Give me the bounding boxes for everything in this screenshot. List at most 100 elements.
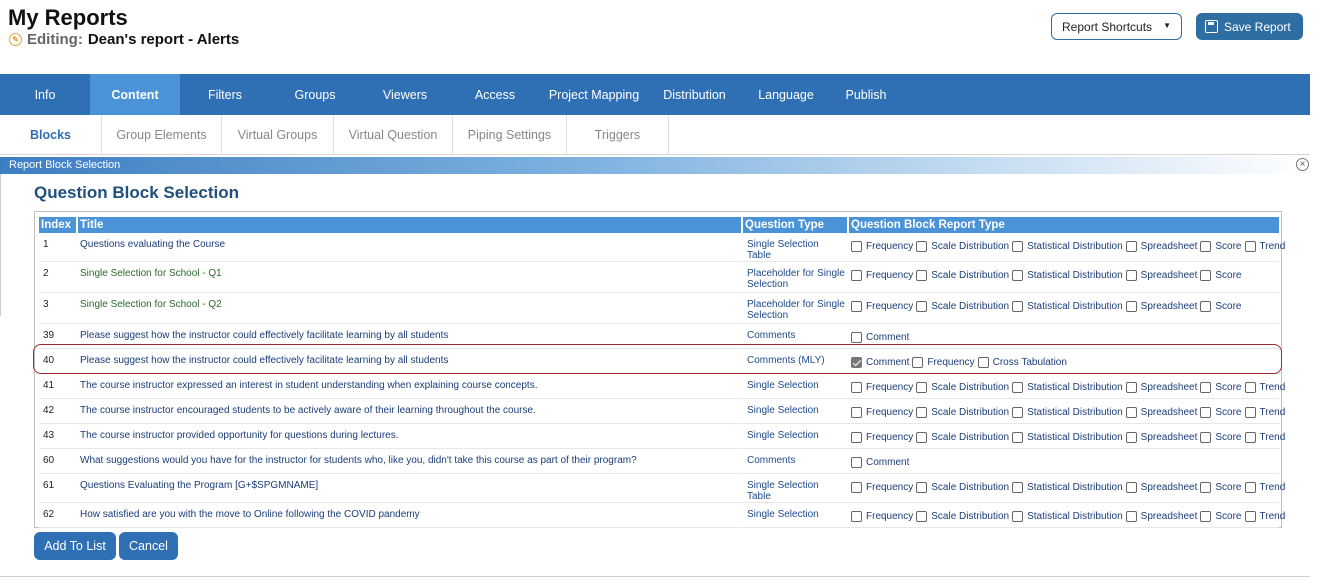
- sub-tab-blocks[interactable]: Blocks: [0, 115, 102, 155]
- report-type-option-frequency[interactable]: Frequency: [851, 241, 913, 252]
- checkbox[interactable]: [1012, 241, 1024, 252]
- checkbox[interactable]: [916, 407, 928, 418]
- report-type-option-statistical-distribution[interactable]: Statistical Distribution: [1012, 407, 1123, 418]
- checkbox[interactable]: [916, 482, 928, 493]
- nav-tab-viewers[interactable]: Viewers: [360, 74, 450, 115]
- report-type-option-scale-distribution[interactable]: Scale Distribution: [916, 270, 1009, 281]
- report-type-option-scale-distribution[interactable]: Scale Distribution: [916, 432, 1009, 443]
- checkbox[interactable]: [851, 457, 862, 468]
- report-type-option-frequency[interactable]: Frequency: [851, 432, 913, 443]
- checkbox[interactable]: [1200, 482, 1212, 493]
- nav-tab-info[interactable]: Info: [0, 74, 90, 115]
- checkbox[interactable]: [1200, 270, 1212, 281]
- checkbox[interactable]: [851, 270, 862, 281]
- report-type-option-statistical-distribution[interactable]: Statistical Distribution: [1012, 270, 1123, 281]
- report-type-option-score[interactable]: Score: [1200, 301, 1242, 312]
- sub-tab-virtual-groups[interactable]: Virtual Groups: [222, 115, 334, 155]
- checkbox[interactable]: [1200, 382, 1212, 393]
- checkbox[interactable]: [851, 382, 862, 393]
- cancel-button[interactable]: Cancel: [119, 532, 178, 560]
- checkbox[interactable]: [916, 382, 928, 393]
- checkbox[interactable]: [1125, 382, 1137, 393]
- checkbox[interactable]: [851, 482, 862, 493]
- report-type-option-statistical-distribution[interactable]: Statistical Distribution: [1012, 241, 1123, 252]
- checkbox[interactable]: [1125, 407, 1137, 418]
- checkbox[interactable]: [1012, 482, 1024, 493]
- report-type-option-statistical-distribution[interactable]: Statistical Distribution: [1012, 432, 1123, 443]
- checkbox[interactable]: [851, 407, 862, 418]
- checkbox[interactable]: [1200, 407, 1212, 418]
- checkbox[interactable]: [1012, 270, 1024, 281]
- sub-tab-group-elements[interactable]: Group Elements: [102, 115, 222, 155]
- checkbox[interactable]: [1244, 241, 1256, 252]
- checkbox[interactable]: [851, 332, 862, 343]
- report-type-option-comment[interactable]: Comment: [851, 457, 909, 468]
- report-type-option-frequency[interactable]: Frequency: [851, 482, 913, 493]
- report-type-option-comment[interactable]: Comment: [851, 357, 909, 368]
- report-type-option-trend[interactable]: Trend: [1244, 241, 1285, 252]
- sub-tab-triggers[interactable]: Triggers: [567, 115, 669, 155]
- report-type-option-score[interactable]: Score: [1200, 270, 1242, 281]
- report-type-option-frequency[interactable]: Frequency: [851, 270, 913, 281]
- report-type-option-comment[interactable]: Comment: [851, 332, 909, 343]
- report-type-option-spreadsheet[interactable]: Spreadsheet: [1125, 382, 1197, 393]
- checkbox[interactable]: [977, 357, 989, 368]
- report-type-option-spreadsheet[interactable]: Spreadsheet: [1125, 407, 1197, 418]
- report-type-option-score[interactable]: Score: [1200, 382, 1242, 393]
- nav-tab-filters[interactable]: Filters: [180, 74, 270, 115]
- report-type-option-frequency[interactable]: Frequency: [851, 407, 913, 418]
- report-shortcuts-dropdown[interactable]: Report Shortcuts ▼: [1051, 13, 1182, 40]
- report-type-option-score[interactable]: Score: [1200, 407, 1242, 418]
- checkbox[interactable]: [1012, 407, 1024, 418]
- checkbox[interactable]: [1012, 301, 1024, 312]
- add-to-list-button[interactable]: Add To List: [34, 532, 116, 560]
- report-type-option-cross-tabulation[interactable]: Cross Tabulation: [977, 357, 1067, 368]
- checkbox[interactable]: [916, 270, 928, 281]
- checkbox[interactable]: [1125, 270, 1137, 281]
- checkbox[interactable]: [1125, 511, 1137, 522]
- checkbox[interactable]: [1012, 382, 1024, 393]
- checkbox[interactable]: [1012, 432, 1024, 443]
- report-type-option-spreadsheet[interactable]: Spreadsheet: [1125, 482, 1197, 493]
- report-type-option-scale-distribution[interactable]: Scale Distribution: [916, 511, 1009, 522]
- report-type-option-trend[interactable]: Trend: [1244, 382, 1285, 393]
- checkbox[interactable]: [1125, 301, 1137, 312]
- checkbox[interactable]: [851, 357, 862, 368]
- report-type-option-scale-distribution[interactable]: Scale Distribution: [916, 382, 1009, 393]
- report-type-option-trend[interactable]: Trend: [1244, 482, 1285, 493]
- report-type-option-scale-distribution[interactable]: Scale Distribution: [916, 407, 1009, 418]
- checkbox[interactable]: [1244, 382, 1256, 393]
- report-type-option-statistical-distribution[interactable]: Statistical Distribution: [1012, 382, 1123, 393]
- report-type-option-frequency[interactable]: Frequency: [851, 382, 913, 393]
- report-type-option-frequency[interactable]: Frequency: [912, 357, 975, 368]
- checkbox[interactable]: [916, 432, 928, 443]
- report-type-option-statistical-distribution[interactable]: Statistical Distribution: [1012, 482, 1123, 493]
- checkbox[interactable]: [916, 241, 928, 252]
- checkbox[interactable]: [851, 511, 862, 522]
- report-type-option-spreadsheet[interactable]: Spreadsheet: [1125, 301, 1197, 312]
- nav-tab-distribution[interactable]: Distribution: [648, 74, 741, 115]
- report-type-option-spreadsheet[interactable]: Spreadsheet: [1125, 270, 1197, 281]
- nav-tab-publish[interactable]: Publish: [831, 74, 901, 115]
- nav-tab-project-mapping[interactable]: Project Mapping: [540, 74, 648, 115]
- checkbox[interactable]: [1125, 482, 1137, 493]
- checkbox[interactable]: [851, 432, 862, 443]
- report-type-option-score[interactable]: Score: [1200, 241, 1242, 252]
- report-type-option-frequency[interactable]: Frequency: [851, 511, 913, 522]
- nav-tab-groups[interactable]: Groups: [270, 74, 360, 115]
- report-type-option-spreadsheet[interactable]: Spreadsheet: [1125, 241, 1197, 252]
- nav-tab-language[interactable]: Language: [741, 74, 831, 115]
- checkbox[interactable]: [916, 301, 928, 312]
- report-type-option-scale-distribution[interactable]: Scale Distribution: [916, 241, 1009, 252]
- save-report-button[interactable]: Save Report: [1196, 13, 1303, 40]
- report-type-option-statistical-distribution[interactable]: Statistical Distribution: [1012, 301, 1123, 312]
- checkbox[interactable]: [851, 241, 862, 252]
- checkbox[interactable]: [1200, 301, 1212, 312]
- checkbox[interactable]: [1125, 432, 1137, 443]
- checkbox[interactable]: [851, 301, 862, 312]
- checkbox[interactable]: [1200, 511, 1212, 522]
- report-type-option-score[interactable]: Score: [1200, 511, 1242, 522]
- checkbox[interactable]: [1244, 432, 1256, 443]
- checkbox[interactable]: [1012, 511, 1024, 522]
- sub-tab-virtual-question[interactable]: Virtual Question: [334, 115, 453, 155]
